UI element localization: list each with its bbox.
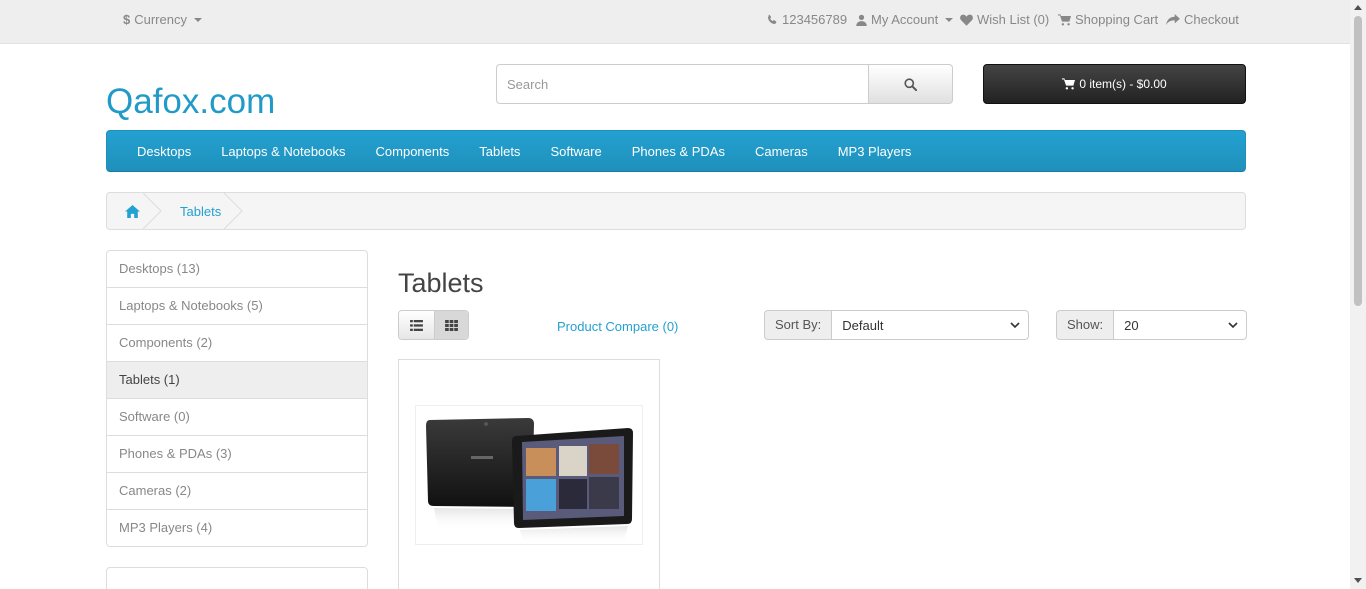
heart-icon bbox=[960, 14, 973, 26]
breadcrumb-tablets[interactable]: Tablets bbox=[162, 193, 243, 229]
menu-item-cameras[interactable]: Cameras bbox=[740, 144, 823, 159]
breadcrumb-current-label: Tablets bbox=[180, 203, 222, 219]
my-account-label: My Account bbox=[871, 12, 939, 27]
shopping-cart-label: Shopping Cart bbox=[1075, 12, 1159, 27]
sidebar-secondary-box bbox=[106, 567, 368, 589]
product-compare-link[interactable]: Product Compare (0) bbox=[557, 319, 678, 334]
menu-item-software[interactable]: Software bbox=[535, 144, 616, 159]
menu-item-components[interactable]: Components bbox=[361, 144, 465, 159]
sort-by-value: Default bbox=[842, 317, 884, 333]
show-group: Show: 20 bbox=[1056, 310, 1248, 340]
checkout-link[interactable]: Checkout bbox=[1166, 12, 1239, 27]
chevron-down-icon bbox=[1228, 322, 1238, 329]
shopping-cart-link[interactable]: Shopping Cart bbox=[1058, 12, 1158, 27]
search-bar bbox=[496, 64, 953, 104]
search-input[interactable] bbox=[496, 64, 869, 104]
show-select[interactable]: 20 bbox=[1113, 310, 1248, 340]
grid-view-button[interactable] bbox=[433, 311, 468, 339]
currency-dropdown[interactable]: $ Currency bbox=[123, 12, 202, 27]
wish-list-link[interactable]: Wish List (0) bbox=[960, 12, 1049, 27]
sidebar-item-software[interactable]: Software (0) bbox=[107, 399, 367, 436]
list-view-button[interactable] bbox=[399, 311, 434, 339]
cart-button[interactable]: 0 item(s) - $0.00 bbox=[983, 64, 1246, 104]
wish-list-label: Wish List (0) bbox=[977, 12, 1050, 27]
breadcrumb: Tablets bbox=[106, 192, 1246, 230]
checkout-label: Checkout bbox=[1184, 12, 1239, 27]
show-label: Show: bbox=[1056, 310, 1114, 340]
top-bar: $ Currency 123456789 My Account Wish Lis… bbox=[0, 0, 1350, 44]
product-card bbox=[398, 359, 660, 589]
user-icon bbox=[856, 14, 867, 26]
sidebar-item-tablets[interactable]: Tablets (1) bbox=[107, 362, 367, 399]
sidebar-item-mp3-players[interactable]: MP3 Players (4) bbox=[107, 510, 367, 546]
scroll-up-arrow-icon[interactable] bbox=[1354, 5, 1362, 10]
scroll-down-arrow-icon[interactable] bbox=[1354, 578, 1362, 583]
sort-by-select[interactable]: Default bbox=[831, 310, 1030, 340]
menu-item-desktops[interactable]: Desktops bbox=[122, 144, 206, 159]
view-toggle bbox=[398, 310, 469, 340]
sidebar-item-phones-pdas[interactable]: Phones & PDAs (3) bbox=[107, 436, 367, 473]
tablet-product-image bbox=[426, 418, 633, 544]
page-scrollbar[interactable] bbox=[1350, 0, 1366, 589]
sidebar-item-components[interactable]: Components (2) bbox=[107, 325, 367, 362]
sort-by-label: Sort By: bbox=[764, 310, 832, 340]
main-menu: Desktops Laptops & Notebooks Components … bbox=[106, 130, 1246, 172]
site-logo[interactable]: Qafox.com bbox=[106, 82, 275, 122]
product-image[interactable] bbox=[415, 405, 643, 545]
phone-number: 123456789 bbox=[782, 12, 848, 27]
menu-item-laptops-notebooks[interactable]: Laptops & Notebooks bbox=[206, 144, 360, 159]
list-icon bbox=[409, 319, 423, 331]
show-value: 20 bbox=[1124, 317, 1139, 333]
menu-item-mp3-players[interactable]: MP3 Players bbox=[823, 144, 927, 159]
search-icon bbox=[904, 77, 917, 91]
caret-down-icon bbox=[193, 17, 202, 22]
menu-item-phones-pdas[interactable]: Phones & PDAs bbox=[617, 144, 740, 159]
page-title: Tablets bbox=[398, 268, 484, 298]
home-icon bbox=[125, 204, 140, 218]
my-account-dropdown[interactable]: My Account bbox=[856, 12, 954, 27]
cart-icon bbox=[1062, 78, 1076, 90]
currency-label: Currency bbox=[134, 12, 187, 27]
breadcrumb-home[interactable] bbox=[107, 193, 162, 229]
sidebar-item-laptops-notebooks[interactable]: Laptops & Notebooks (5) bbox=[107, 288, 367, 325]
phone-link[interactable]: 123456789 bbox=[766, 12, 847, 27]
search-button[interactable] bbox=[869, 64, 953, 104]
breadcrumb-separator bbox=[143, 193, 162, 229]
phone-icon bbox=[767, 14, 777, 24]
cart-icon bbox=[1058, 13, 1071, 26]
share-icon bbox=[1166, 13, 1180, 25]
breadcrumb-separator bbox=[224, 193, 243, 229]
chevron-down-icon bbox=[1010, 322, 1020, 329]
sidebar-item-desktops[interactable]: Desktops (13) bbox=[107, 251, 367, 288]
grid-icon bbox=[444, 319, 458, 331]
sidebar-item-cameras[interactable]: Cameras (2) bbox=[107, 473, 367, 510]
menu-item-tablets[interactable]: Tablets bbox=[464, 144, 535, 159]
category-sidebar: Desktops (13) Laptops & Notebooks (5) Co… bbox=[106, 250, 368, 547]
dollar-icon: $ bbox=[123, 12, 131, 27]
sort-by-group: Sort By: Default bbox=[764, 310, 1030, 340]
scrollbar-thumb[interactable] bbox=[1354, 16, 1362, 306]
caret-down-icon bbox=[945, 17, 954, 22]
cart-summary: 0 item(s) - $0.00 bbox=[1079, 77, 1167, 91]
